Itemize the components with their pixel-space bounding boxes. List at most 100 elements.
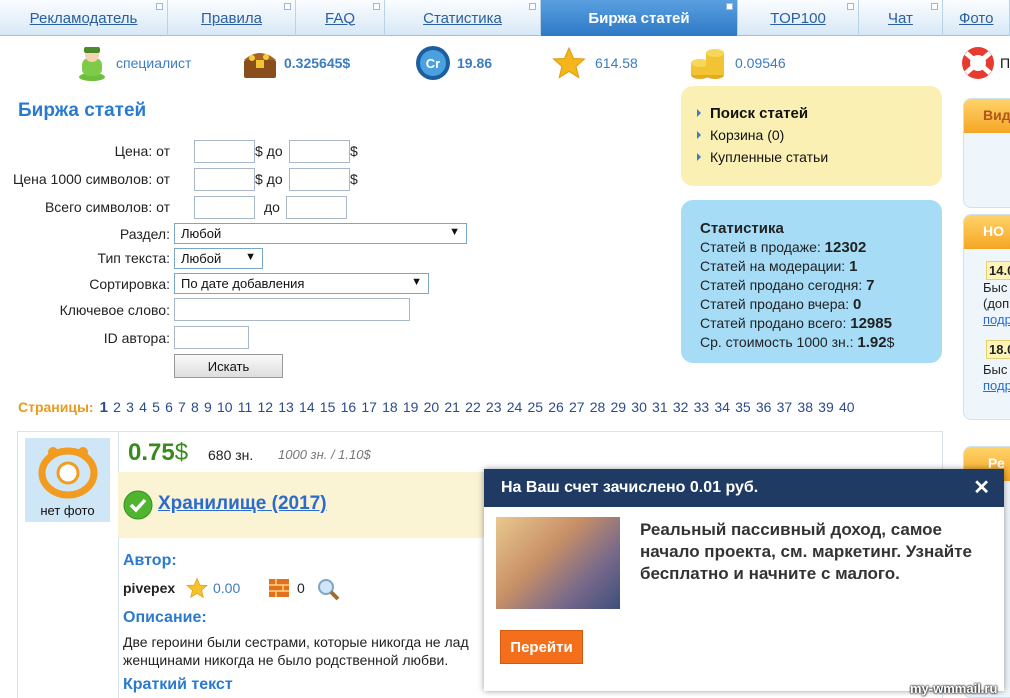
page-link[interactable]: 8 — [191, 399, 199, 416]
stat-row: Статей на модерации: 1 — [700, 258, 858, 275]
page-link[interactable]: 23 — [486, 399, 502, 416]
price1000-to-text: $ до — [255, 171, 283, 187]
nav-item-rules[interactable]: Правила — [168, 0, 296, 36]
page-link[interactable]: 17 — [361, 399, 377, 416]
page-link[interactable]: 7 — [178, 399, 186, 416]
nav-item-chat[interactable]: Чат — [859, 0, 943, 36]
menu-item-purchased[interactable]: Купленные статьи — [697, 146, 942, 168]
menu-item-search-articles[interactable]: Поиск статей — [697, 102, 942, 124]
chars-to-input[interactable] — [286, 196, 347, 219]
magnifier-icon[interactable] — [316, 577, 340, 601]
price1000-from-input[interactable] — [194, 168, 255, 191]
star-icon — [186, 577, 208, 599]
page-link[interactable]: 3 — [126, 399, 134, 416]
stat-help[interactable]: П — [960, 42, 1010, 84]
close-icon[interactable]: ✕ — [973, 475, 990, 500]
page-link[interactable]: 32 — [673, 399, 689, 416]
section-select[interactable]: Любой ▼ — [174, 223, 467, 244]
page-link[interactable]: 5 — [152, 399, 160, 416]
page-link[interactable]: 18 — [382, 399, 398, 416]
page-link[interactable]: 36 — [756, 399, 772, 416]
text-type-select[interactable]: Любой ▼ — [174, 248, 263, 269]
page-link[interactable]: 10 — [217, 399, 233, 416]
author-id-label: ID автора: — [103, 330, 170, 346]
price-from-input[interactable] — [194, 140, 255, 163]
section-label: Раздел: — [119, 226, 170, 242]
page-link[interactable]: 29 — [611, 399, 627, 416]
price-to-input[interactable] — [289, 140, 350, 163]
nav-item-advertiser[interactable]: Рекламодатель — [0, 0, 168, 36]
stat-row: Статей продано сегодня: 7 — [700, 277, 875, 294]
page-link[interactable]: 15 — [320, 399, 336, 416]
page-link[interactable]: 12 — [258, 399, 274, 416]
page-link[interactable]: 33 — [694, 399, 710, 416]
sidebar-tab-video[interactable]: Вид — [964, 99, 1010, 133]
sort-select[interactable]: По дате добавления ▼ — [174, 273, 429, 294]
page-link[interactable]: 31 — [652, 399, 668, 416]
bullet-icon — [697, 109, 701, 117]
nav-item-top100[interactable]: TOP100 — [738, 0, 859, 36]
nav-item-statistics[interactable]: Статистика — [385, 0, 541, 36]
page-link[interactable]: 14 — [299, 399, 315, 416]
stat-coins: 0.09546 — [690, 42, 786, 84]
nav-item-photo[interactable]: Фото — [943, 0, 1010, 36]
article-chars: 680 зн. — [208, 447, 254, 463]
page-link[interactable]: 35 — [735, 399, 751, 416]
page-link[interactable]: 38 — [797, 399, 813, 416]
page-link[interactable]: 20 — [424, 399, 440, 416]
author-name[interactable]: pivepex — [123, 580, 175, 596]
article-price-per-1000: 1000 зн. / 1.10$ — [278, 447, 371, 462]
notification-popup: На Ваш счет зачислено 0.01 руб. ✕ Реальн… — [484, 469, 1004, 691]
page-link[interactable]: 9 — [204, 399, 212, 416]
price-to-text: $ до — [255, 143, 283, 159]
dollar-sign: $ — [350, 171, 358, 187]
description-line: женщинами никогда не было родственной лю… — [123, 652, 449, 668]
nav-item-faq[interactable]: FAQ — [296, 0, 385, 36]
page-link[interactable]: 6 — [165, 399, 173, 416]
page-link[interactable]: 1 — [100, 399, 108, 416]
star-icon — [552, 46, 586, 79]
popup-ad-image[interactable] — [496, 517, 620, 609]
author-id-input[interactable] — [174, 326, 249, 349]
chars-from-input[interactable] — [194, 196, 255, 219]
page-link[interactable]: 24 — [507, 399, 523, 416]
page-link[interactable]: 40 — [839, 399, 855, 416]
search-button[interactable]: Искать — [174, 354, 283, 378]
page-link[interactable]: 16 — [341, 399, 357, 416]
page-link[interactable]: 2 — [113, 399, 121, 416]
user-avatar-icon — [79, 47, 105, 81]
page-link[interactable]: 25 — [527, 399, 543, 416]
page-link[interactable]: 39 — [818, 399, 834, 416]
sidebar-panel-1: Вид — [963, 98, 1010, 208]
short-text-heading: Краткий текст — [123, 676, 233, 693]
author-heading: Автор: — [123, 552, 177, 569]
description-line: Две героини были сестрами, которые никог… — [123, 634, 469, 650]
page-link[interactable]: 11 — [238, 399, 253, 416]
user-stats-bar: специалист 0.325645$ Cr 19.86 614.58 0.0… — [0, 42, 1010, 84]
go-button[interactable]: Перейти — [500, 630, 583, 664]
keyword-input[interactable] — [174, 298, 410, 321]
page-link[interactable]: 34 — [714, 399, 730, 416]
page-link[interactable]: 19 — [403, 399, 419, 416]
page-link[interactable]: 30 — [631, 399, 647, 416]
cr-badge-icon: Cr — [416, 46, 450, 80]
page-link[interactable]: 13 — [278, 399, 294, 416]
page-link[interactable]: 22 — [465, 399, 481, 416]
page-link[interactable]: 28 — [590, 399, 606, 416]
news-more-link[interactable]: подр — [983, 378, 1010, 394]
article-title-link[interactable]: Хранилище (2017) — [158, 493, 327, 515]
page-link[interactable]: 4 — [139, 399, 147, 416]
price1000-to-input[interactable] — [289, 168, 350, 191]
page-link[interactable]: 27 — [569, 399, 585, 416]
author-count: 0 — [297, 580, 305, 596]
nav-item-article-exchange[interactable]: Биржа статей — [541, 0, 738, 36]
chevron-down-icon: ▼ — [411, 276, 422, 288]
menu-item-cart[interactable]: Корзина (0) — [697, 124, 942, 146]
news-more-link[interactable]: подр — [983, 312, 1010, 328]
page-link[interactable]: 37 — [777, 399, 793, 416]
page-link[interactable]: 21 — [444, 399, 460, 416]
text-type-label: Тип текста: — [97, 250, 170, 266]
sidebar-tab-news[interactable]: НО — [964, 215, 1010, 249]
price-label: Цена: от — [114, 143, 170, 159]
page-link[interactable]: 26 — [548, 399, 564, 416]
